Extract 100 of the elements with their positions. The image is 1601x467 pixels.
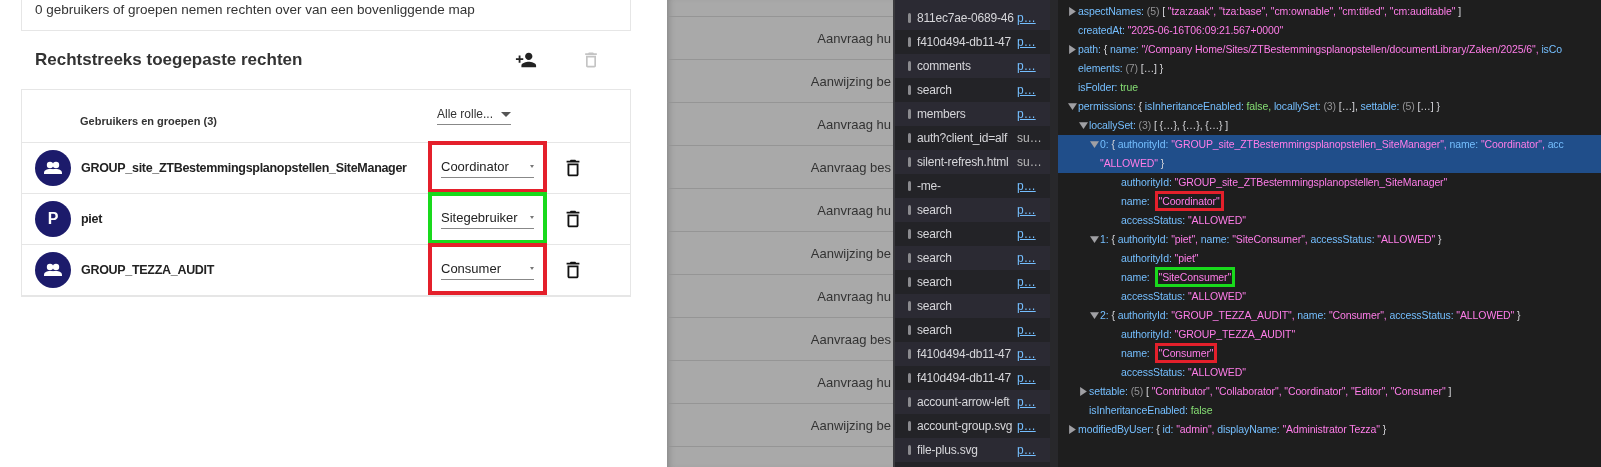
tree-row[interactable]: permissions: { isInheritanceEnabled: false, locallySet: (3) […], settable: (5) […] } bbox=[1066, 97, 1601, 116]
caret-icon[interactable] bbox=[1067, 7, 1077, 16]
caret-icon bbox=[530, 215, 534, 219]
group-avatar-icon bbox=[35, 150, 71, 186]
property-line: settable: (5) [ "Contributor", "Collaborator", "Coordinator", "Editor", "Consumer" ] bbox=[1089, 384, 1453, 399]
tree-row[interactable]: authorityId: "GROUP_TEZZA_AUDIT" bbox=[1099, 325, 1601, 344]
request-initiator[interactable]: su… bbox=[1017, 155, 1042, 169]
list-item: Aanvraag hu bbox=[817, 288, 891, 304]
request-name[interactable]: file-plus.svg bbox=[917, 443, 1013, 457]
tree-row[interactable]: settable: (5) [ "Contributor", "Collaborator", "Coordinator", "Editor", "Consumer" ] bbox=[1077, 382, 1601, 401]
request-name[interactable]: silent-refresh.html bbox=[917, 155, 1013, 169]
request-name[interactable]: -me- bbox=[917, 179, 1013, 193]
property-line: accessStatus: "ALLOWED" bbox=[1121, 289, 1247, 304]
request-initiator[interactable]: p… bbox=[1017, 203, 1036, 217]
property-line: locallySet: (3) [ {…}, {…}, {…} ] bbox=[1089, 118, 1230, 133]
request-initiator[interactable]: p… bbox=[1017, 59, 1036, 73]
request-initiator[interactable]: p… bbox=[1017, 395, 1036, 409]
caret-icon[interactable] bbox=[1089, 311, 1099, 320]
request-name[interactable]: 811ec7ae-0689-46 bbox=[917, 11, 1013, 25]
request-name[interactable]: search bbox=[917, 227, 1013, 241]
request-initiator[interactable]: p… bbox=[1017, 323, 1036, 337]
list-item: Aanwijzing be bbox=[810, 73, 891, 89]
request-name[interactable]: members bbox=[917, 107, 1013, 121]
request-initiator[interactable]: p… bbox=[1017, 299, 1036, 313]
request-initiator[interactable]: p… bbox=[1017, 275, 1036, 289]
property-line: modifiedByUser: { id: "admin", displayName: "Administrator Tezza" } bbox=[1078, 422, 1388, 437]
list-item: Aanvraag hu bbox=[817, 202, 891, 218]
caret-icon[interactable] bbox=[1078, 387, 1088, 396]
request-initiator[interactable]: p… bbox=[1017, 227, 1036, 241]
property-line: accessStatus: "ALLOWED" bbox=[1121, 213, 1247, 228]
request-name[interactable]: f410d494-db11-47 bbox=[917, 347, 1013, 361]
request-initiator[interactable]: p… bbox=[1017, 179, 1036, 193]
role-filter-dropdown[interactable]: Alle rolle... bbox=[437, 107, 512, 125]
property-line: 2: { authorityId: "GROUP_TEZZA_AUDIT", name: "Consumer", accessStatus: "ALLOWED" } bbox=[1100, 308, 1522, 323]
column-header: Gebruikers en groepen (3) bbox=[80, 115, 218, 127]
property-line: isFolder: true bbox=[1078, 80, 1139, 95]
caret-icon[interactable] bbox=[1067, 102, 1077, 111]
role-dropdown[interactable]: Sitegebruiker bbox=[441, 209, 534, 229]
caret-icon[interactable] bbox=[1089, 235, 1099, 244]
section-title: Rechtstreeks toegepaste rechten bbox=[35, 50, 303, 70]
inheritance-info: 0 gebruikers of groepen nemen rechten over van een bovenliggende map bbox=[35, 2, 475, 17]
tree-row[interactable]: accessStatus: "ALLOWED" bbox=[1099, 363, 1601, 382]
request-name[interactable]: f410d494-db11-47 bbox=[917, 371, 1013, 385]
request-initiator[interactable]: p… bbox=[1017, 83, 1036, 97]
request-initiator[interactable]: p… bbox=[1017, 371, 1036, 385]
property-line: permissions: { isInheritanceEnabled: false, locallySet: (3) […], settable: (5) […] } bbox=[1078, 99, 1441, 114]
property-line: isInheritanceEnabled: false bbox=[1089, 403, 1214, 418]
role-dropdown[interactable]: Coordinator bbox=[441, 158, 534, 178]
request-name[interactable]: search bbox=[917, 203, 1013, 217]
property-line: path: { name: "/Company Home/Sites/ZTBestemmingsplanopstellen/documentLibrary/Zaken/2025/6", isCo elements: (7) […] } bbox=[1078, 42, 1563, 76]
request-initiator[interactable]: p… bbox=[1017, 443, 1036, 457]
user-name: piet bbox=[81, 212, 104, 226]
request-initiator[interactable]: p… bbox=[1017, 35, 1036, 49]
user-name: GROUP_TEZZA_AUDIT bbox=[81, 263, 216, 277]
request-name[interactable]: account-group.svg bbox=[917, 419, 1013, 433]
tree-row[interactable]: accessStatus: "ALLOWED" bbox=[1099, 211, 1601, 230]
tree-row[interactable]: authorityId: "piet" bbox=[1099, 249, 1601, 268]
tree-row[interactable]: 1: { authorityId: "piet", name: "SiteConsumer", accessStatus: "ALLOWED" } bbox=[1088, 230, 1601, 249]
request-name[interactable]: search bbox=[917, 323, 1013, 337]
caret-icon[interactable] bbox=[1067, 425, 1077, 434]
property-line: accessStatus: "ALLOWED" bbox=[1121, 365, 1247, 380]
tree-row[interactable]: 2: { authorityId: "GROUP_TEZZA_AUDIT", name: "Consumer", accessStatus: "ALLOWED" } bbox=[1088, 306, 1601, 325]
caret-icon[interactable] bbox=[1078, 121, 1088, 130]
request-initiator[interactable]: su… bbox=[1017, 131, 1042, 145]
request-name[interactable]: account-arrow-left bbox=[917, 395, 1013, 409]
request-initiator[interactable]: p… bbox=[1017, 419, 1036, 433]
request-name[interactable]: search bbox=[917, 83, 1013, 97]
tree-row[interactable]: isInheritanceEnabled: false bbox=[1077, 401, 1601, 420]
request-name[interactable]: comments bbox=[917, 59, 1013, 73]
tree-row[interactable]: modifiedByUser: { id: "admin", displayName: "Administrator Tezza" } bbox=[1066, 420, 1601, 439]
user-name: GROUP_site_ZTBestemmingsplanopstellen_SiteManager bbox=[81, 161, 408, 175]
caret-icon[interactable] bbox=[1089, 140, 1099, 149]
request-name[interactable]: search bbox=[917, 251, 1013, 265]
request-initiator[interactable]: p… bbox=[1017, 347, 1036, 361]
tree-row[interactable]: locallySet: (3) [ {…}, {…}, {…} ] bbox=[1077, 116, 1601, 135]
tree-row[interactable]: accessStatus: "ALLOWED" bbox=[1099, 287, 1601, 306]
request-name[interactable]: search bbox=[917, 275, 1013, 289]
tree-row[interactable]: isFolder: true bbox=[1066, 78, 1601, 97]
request-name[interactable]: auth?client_id=alf bbox=[917, 131, 1013, 145]
tree-row[interactable]: aspectNames: (5) [ "tza:zaak", "tza:base", "cm:ownable", "cm:titled", "cm:auditable" ] bbox=[1066, 2, 1601, 21]
property-line: authorityId: "piet" bbox=[1121, 251, 1200, 266]
request-name[interactable]: f410d494-db11-47 bbox=[917, 35, 1013, 49]
caret-icon[interactable] bbox=[1067, 45, 1077, 54]
tree-row[interactable]: createdAt: "2025-06-16T06:09:21.567+0000" bbox=[1066, 21, 1601, 40]
list-item: Aanvraag hu bbox=[817, 374, 891, 390]
list-item: Aanwijzing be bbox=[810, 245, 891, 261]
caret-icon bbox=[530, 164, 534, 168]
request-initiator[interactable]: p… bbox=[1017, 251, 1036, 265]
tree-row[interactable]: path: { name: "/Company Home/Sites/ZTBestemmingsplanopstellen/documentLibrary/Zaken/2025/6", isCo elements: (7) […] } bbox=[1066, 40, 1601, 78]
list-item: Aanvraag bes bbox=[810, 331, 891, 347]
request-initiator[interactable]: p… bbox=[1017, 107, 1036, 121]
list-item: Aanwijzing be bbox=[810, 417, 891, 433]
property-line: aspectNames: (5) [ "tza:zaak", "tza:base", "cm:ownable", "cm:titled", "cm:auditable" ] bbox=[1078, 4, 1462, 19]
tree-row[interactable]: authorityId: "GROUP_site_ZTBestemmingsplanopstellen_SiteManager" bbox=[1099, 173, 1601, 192]
request-initiator[interactable]: p… bbox=[1017, 11, 1036, 25]
caret-icon bbox=[501, 111, 512, 117]
role-dropdown[interactable]: Consumer bbox=[441, 260, 534, 280]
user-avatar: P bbox=[35, 201, 71, 237]
group-avatar-icon bbox=[35, 252, 71, 288]
request-name[interactable]: search bbox=[917, 299, 1013, 313]
